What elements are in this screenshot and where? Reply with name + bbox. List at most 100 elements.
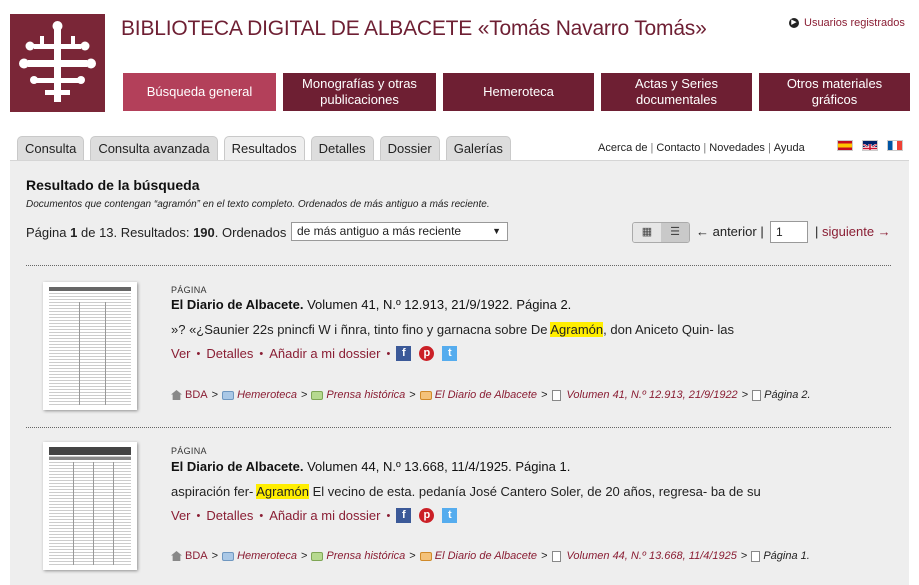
crumb-link[interactable]: Hemeroteca xyxy=(237,389,297,401)
crumb-link[interactable]: Prensa histórica xyxy=(326,389,405,401)
home-icon xyxy=(171,390,182,400)
document-icon xyxy=(551,389,561,401)
crumb-current: Página 2. xyxy=(764,389,811,401)
crumb-current: Página 1. xyxy=(763,550,810,562)
crumb-link[interactable]: Volumen 44, N.º 13.668, 11/4/1925 xyxy=(567,550,737,562)
registered-users-label: Usuarios registrados xyxy=(804,17,905,29)
about-link[interactable]: Acerca de xyxy=(598,142,648,154)
utility-links: Acerca de | Contacto | Novedades | Ayuda xyxy=(598,142,805,154)
document-icon xyxy=(751,550,761,562)
result-title[interactable]: El Diario de Albacete. Volumen 44, N.º 1… xyxy=(171,459,570,474)
crumb-link[interactable]: BDA xyxy=(185,389,208,401)
result-item: PÁGINA El Diario de Albacete. Volumen 44… xyxy=(10,427,909,585)
results-panel: Resultado de la búsqueda Documentos que … xyxy=(10,160,909,585)
site-logo[interactable] xyxy=(10,14,105,112)
result-actions: Ver • Detalles • Añadir a mi dossier • f p … xyxy=(171,346,465,361)
help-link[interactable]: Ayuda xyxy=(774,142,805,154)
french-flag-icon[interactable] xyxy=(887,140,903,151)
facebook-icon[interactable]: f xyxy=(396,346,412,361)
result-actions: Ver • Detalles • Añadir a mi dossier • f p … xyxy=(171,508,465,523)
search-highlight: Agramón xyxy=(256,484,310,499)
sort-label: Ordenados xyxy=(222,225,287,240)
twitter-icon[interactable]: t xyxy=(442,346,458,361)
facebook-icon[interactable]: f xyxy=(396,508,412,523)
add-to-dossier-link[interactable]: Añadir a mi dossier xyxy=(269,508,380,523)
nav-monographs[interactable]: Monografías y otras publicaciones xyxy=(283,73,436,111)
results-summary: Página 1 de 13. Resultados: 190. Ordenad… xyxy=(26,225,287,240)
total-results: 190 xyxy=(193,225,215,240)
sort-select[interactable]: de más antiguo a más reciente ▼ xyxy=(291,222,508,241)
results-label: Resultados: xyxy=(120,225,190,240)
pinterest-icon[interactable]: p xyxy=(419,346,435,361)
previous-label: ← anterior xyxy=(696,224,757,239)
result-type: PÁGINA xyxy=(171,446,207,456)
page-number-input[interactable]: 1 xyxy=(770,221,808,243)
english-flag-icon[interactable] xyxy=(862,140,878,151)
results-heading: Resultado de la búsqueda xyxy=(26,177,200,193)
crumb-link[interactable]: Volumen 41, N.º 12.913, 21/9/1922 xyxy=(567,389,738,401)
folder-icon xyxy=(311,390,324,400)
previous-page-link[interactable]: ← anterior | xyxy=(696,224,764,239)
crumb-link[interactable]: El Diario de Albacete xyxy=(435,550,537,562)
document-icon xyxy=(551,550,561,562)
nav-records-series[interactable]: Actas y Series documentales xyxy=(601,73,752,111)
arrow-right-icon: ▶ xyxy=(789,18,799,28)
news-link[interactable]: Novedades xyxy=(709,142,765,154)
view-toggle: ▦ ☰ xyxy=(632,222,690,243)
crumb-link[interactable]: BDA xyxy=(185,550,208,562)
page-thumbnail[interactable] xyxy=(43,442,137,570)
page-thumbnail[interactable] xyxy=(43,282,137,410)
crumb-link[interactable]: El Diario de Albacete xyxy=(435,389,537,401)
tab-galerias[interactable]: Galerías xyxy=(445,136,511,160)
main-navigation: Búsqueda general Monografías y otras pub… xyxy=(123,73,917,111)
tab-detalles[interactable]: Detalles xyxy=(310,136,374,160)
folder-icon xyxy=(419,551,432,561)
next-page-link[interactable]: | siguiente → xyxy=(815,224,891,239)
tab-consulta[interactable]: Consulta xyxy=(17,136,85,160)
twitter-icon[interactable]: t xyxy=(442,508,458,523)
dropdown-arrow-icon: ▼ xyxy=(492,226,501,236)
result-title[interactable]: El Diario de Albacete. Volumen 41, N.º 1… xyxy=(171,297,571,312)
view-link[interactable]: Ver xyxy=(171,346,191,361)
crumb-link[interactable]: Hemeroteca xyxy=(237,550,297,562)
next-label: siguiente → xyxy=(822,224,891,239)
result-type: PÁGINA xyxy=(171,285,207,295)
list-view-icon[interactable]: ☰ xyxy=(661,223,689,242)
tab-consulta-avanzada[interactable]: Consulta avanzada xyxy=(90,136,218,160)
folder-icon xyxy=(222,551,235,561)
total-pages: 13 xyxy=(99,225,114,240)
results-description: Documentos que contengan “agramón” en el… xyxy=(26,199,490,210)
nav-graphic-materials[interactable]: Otros materiales gráficos xyxy=(759,73,910,111)
folder-icon xyxy=(419,390,432,400)
home-icon xyxy=(171,551,182,561)
nav-general-search[interactable]: Búsqueda general xyxy=(123,73,276,111)
tab-resultados[interactable]: Resultados xyxy=(223,136,305,161)
grid-view-icon[interactable]: ▦ xyxy=(633,223,661,242)
add-to-dossier-link[interactable]: Añadir a mi dossier xyxy=(269,346,380,361)
registered-users-link[interactable]: ▶ Usuarios registrados xyxy=(789,17,905,29)
breadcrumb: BDA > Hemeroteca > Prensa histórica > El Di… xyxy=(171,389,811,401)
folder-icon xyxy=(222,390,235,400)
nav-newspaper-library[interactable]: Hemeroteca xyxy=(443,73,594,111)
cross-emblem-icon xyxy=(19,21,96,102)
of-label: de xyxy=(80,225,96,240)
details-link[interactable]: Detalles xyxy=(206,346,253,361)
page-label: Página xyxy=(26,225,67,240)
result-item: PÁGINA El Diario de Albacete. Volumen 41… xyxy=(10,265,909,425)
language-flags xyxy=(837,140,912,151)
spanish-flag-icon[interactable] xyxy=(837,140,853,151)
view-link[interactable]: Ver xyxy=(171,508,191,523)
search-highlight: Agramón xyxy=(550,322,604,337)
folder-icon xyxy=(311,551,324,561)
sort-select-value: de más antiguo a más reciente xyxy=(297,224,462,238)
breadcrumb: BDA > Hemeroteca > Prensa histórica > El Di… xyxy=(171,550,810,562)
pinterest-icon[interactable]: p xyxy=(419,508,435,523)
search-tabs: Consulta Consulta avanzada Resultados De… xyxy=(17,136,517,161)
crumb-link[interactable]: Prensa histórica xyxy=(326,550,405,562)
site-title[interactable]: BIBLIOTECA DIGITAL DE ALBACETE «Tomás Na… xyxy=(121,17,707,41)
tab-dossier[interactable]: Dossier xyxy=(379,136,440,160)
contact-link[interactable]: Contacto xyxy=(656,142,700,154)
document-icon xyxy=(752,389,762,401)
details-link[interactable]: Detalles xyxy=(206,508,253,523)
result-snippet: »? «¿Saunier 22s pnincfi W i ñnra, tinto… xyxy=(171,322,734,337)
